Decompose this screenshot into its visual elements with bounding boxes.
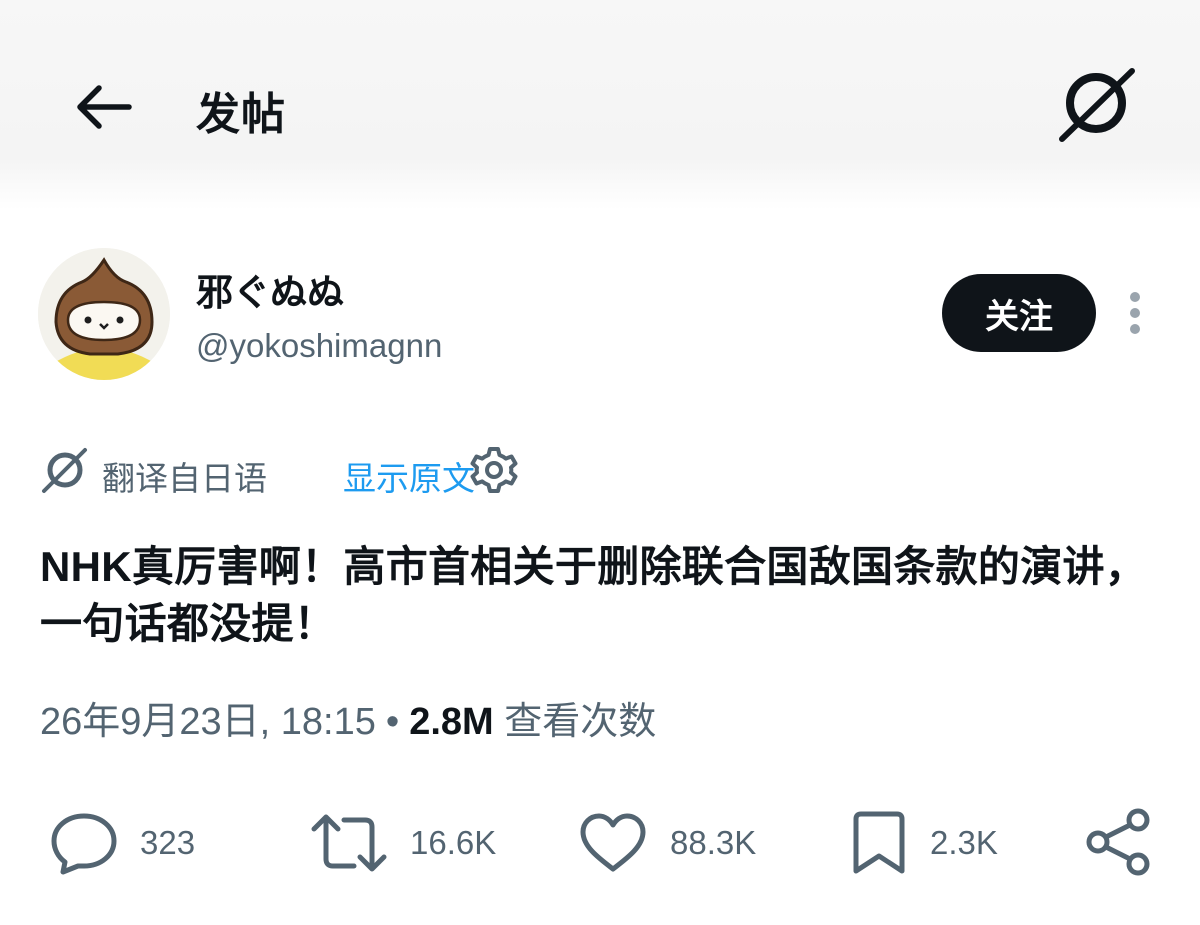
top-bar: 发帖: [0, 0, 1200, 210]
display-name[interactable]: 邪ぐぬぬ: [196, 262, 344, 316]
translation-bar: 翻译自日语 显示原文: [40, 444, 640, 497]
bookmark-count: 2.3K: [930, 824, 998, 861]
like-button[interactable]: 88.3K: [578, 800, 756, 886]
grok-icon: [1059, 68, 1135, 142]
share-icon: [1086, 808, 1150, 876]
translated-from-label: 翻译自日语: [102, 460, 267, 497]
heart-icon: [580, 813, 646, 872]
repost-icon: [311, 814, 387, 872]
views-count[interactable]: 2.8M: [409, 701, 493, 743]
avatar[interactable]: [38, 248, 170, 380]
grok-button[interactable]: [1052, 64, 1140, 146]
grok-translate-icon: [42, 448, 87, 493]
tweet-meta: 26年9月23日, 18:15 • 2.8M 查看次数: [40, 690, 656, 745]
page-title: 发帖: [196, 90, 286, 139]
repost-button[interactable]: 16.6K: [310, 800, 496, 886]
tweet-text: NHK真厉害啊！高市首相关于删除联合国敌国条款的演讲，一句话都没提！: [40, 543, 1148, 647]
reply-count: 323: [140, 824, 196, 861]
back-button[interactable]: [70, 74, 136, 140]
timestamp[interactable]: 26年9月23日, 18:15: [40, 701, 376, 743]
follow-button[interactable]: 关注: [942, 274, 1096, 352]
chestnut-avatar: [38, 248, 170, 380]
more-options-button[interactable]: [1118, 290, 1152, 336]
user-handle[interactable]: @yokoshimagnn: [196, 327, 442, 365]
repost-count: 16.6K: [410, 824, 497, 861]
like-count: 88.3K: [670, 824, 757, 861]
gear-icon[interactable]: [468, 444, 520, 496]
meta-separator: •: [385, 701, 400, 743]
more-vertical-icon: [1130, 292, 1140, 302]
bookmark-button[interactable]: 2.3K: [850, 800, 998, 886]
views-label: 查看次数: [504, 701, 657, 743]
bookmark-icon: [853, 811, 905, 874]
reply-icon: [51, 813, 117, 875]
reply-button[interactable]: 323: [50, 800, 195, 886]
arrow-left-icon: [77, 85, 132, 129]
show-original-link[interactable]: 显示原文: [343, 452, 475, 500]
share-button[interactable]: [1080, 804, 1156, 880]
